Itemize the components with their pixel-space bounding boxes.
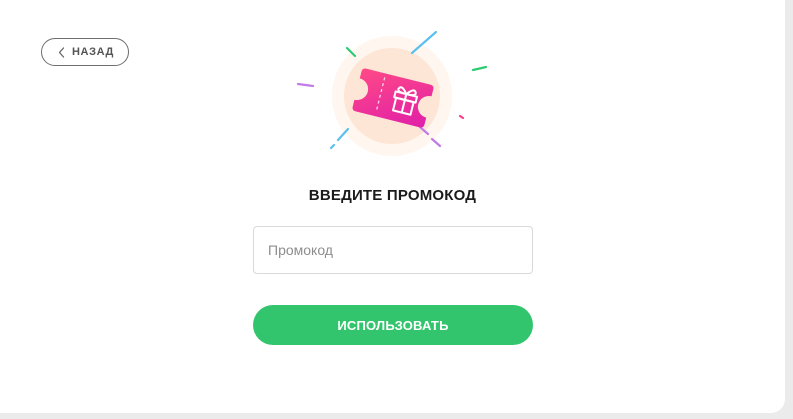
promo-card: НАЗАД ВВЕДИТЕ ПРОМОКОД Промокод ИСПОЛЬЗО… <box>0 0 785 413</box>
back-button[interactable]: НАЗАД <box>41 38 129 66</box>
chevron-left-icon <box>56 46 66 58</box>
promo-code-input[interactable] <box>253 226 533 274</box>
back-button-label: НАЗАД <box>72 46 114 58</box>
use-promo-button[interactable]: ИСПОЛЬЗОВАТЬ <box>253 305 533 345</box>
promo-illustration <box>290 30 500 160</box>
page-title: ВВЕДИТЕ ПРОМОКОД <box>308 187 477 204</box>
